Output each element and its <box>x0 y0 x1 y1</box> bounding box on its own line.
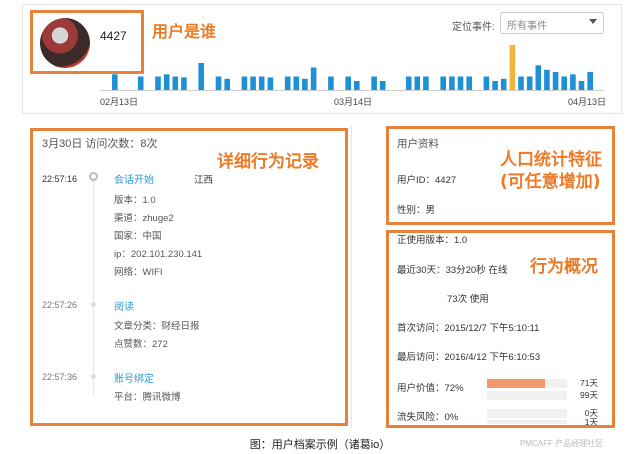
timeline-bar[interactable] <box>310 67 317 91</box>
timeline-bar[interactable] <box>414 76 421 91</box>
timeline-bar[interactable] <box>457 76 464 91</box>
timeline-date-end: 04月13日 <box>568 97 607 107</box>
highlight-frame-records <box>30 128 348 426</box>
timeline-bar[interactable] <box>587 72 593 90</box>
timeline-bar[interactable] <box>284 76 291 91</box>
annotation-demographics-note: (可任意增加) <box>500 172 601 192</box>
timeline-bar[interactable] <box>552 72 559 90</box>
timeline-bar[interactable] <box>293 76 300 91</box>
timeline-bar[interactable] <box>302 78 308 91</box>
timeline-bar[interactable] <box>112 74 118 90</box>
timeline-bar[interactable] <box>492 81 498 90</box>
timeline-bar[interactable] <box>500 78 507 91</box>
timeline-bar[interactable] <box>345 76 351 91</box>
timeline-bar[interactable] <box>371 76 377 91</box>
timeline-date-start: 02月13日 <box>100 97 139 107</box>
timeline-bar[interactable] <box>224 78 230 91</box>
timeline-bar[interactable] <box>258 76 265 91</box>
timeline-bar[interactable] <box>449 76 455 91</box>
timeline-bar[interactable] <box>518 76 524 91</box>
annotation-records: 详细行为记录 <box>217 152 319 172</box>
timeline-bar[interactable] <box>155 76 161 91</box>
timeline-bar[interactable] <box>172 76 179 91</box>
timeline-bar[interactable] <box>570 74 576 90</box>
annotation-behavior: 行为概况 <box>530 257 598 277</box>
timeline-bar[interactable] <box>578 81 585 90</box>
timeline-bar[interactable] <box>215 76 222 91</box>
timeline-bar[interactable] <box>526 76 533 91</box>
timeline-bar[interactable] <box>181 77 187 90</box>
watermark: PMCAFF 产品经理社区 <box>520 439 604 448</box>
timeline-bar[interactable] <box>423 76 429 91</box>
timeline-bar[interactable] <box>544 69 550 91</box>
timeline-bar[interactable] <box>561 76 567 91</box>
highlight-frame-who <box>30 10 144 74</box>
timeline-bar[interactable] <box>535 65 542 91</box>
timeline-bar[interactable] <box>379 81 386 90</box>
timeline-bar[interactable] <box>198 63 204 90</box>
timeline-bar[interactable] <box>250 76 256 91</box>
timeline-bar[interactable] <box>509 45 516 90</box>
timeline-bar[interactable] <box>405 76 412 91</box>
timeline-bar[interactable] <box>466 76 472 91</box>
timeline-bar[interactable] <box>137 76 144 91</box>
timeline-bar[interactable] <box>354 81 360 90</box>
timeline-bar[interactable] <box>328 76 334 91</box>
timeline-bar[interactable] <box>483 76 490 91</box>
timeline-bar[interactable] <box>440 76 446 91</box>
timeline-bar[interactable] <box>267 77 274 90</box>
timeline-date-mid: 03月14日 <box>334 97 373 107</box>
annotation-who: 用户是谁 <box>152 22 217 41</box>
timeline-bar[interactable] <box>163 74 170 90</box>
timeline-bar[interactable] <box>241 76 248 91</box>
